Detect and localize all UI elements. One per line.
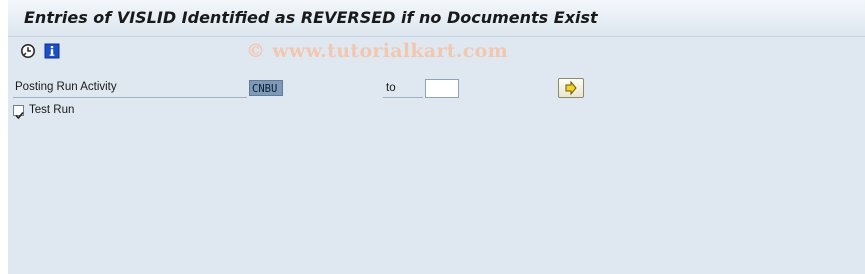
multiple-selection-button[interactable]: [558, 78, 584, 98]
label-underline: [13, 97, 247, 98]
sap-screen: Entries of VISLID Identified as REVERSED…: [0, 0, 865, 274]
test-run-label: Test Run: [29, 104, 75, 116]
posting-run-activity-low-field[interactable]: CNBU: [249, 80, 283, 96]
to-label: to: [386, 82, 396, 94]
arrow-right-icon: [565, 80, 577, 96]
checkmark-icon: [15, 112, 24, 120]
info-icon[interactable]: [44, 43, 60, 59]
test-run-checkbox[interactable]: [13, 105, 24, 120]
left-border: [0, 0, 8, 274]
watermark: © www.tutorialkart.com: [246, 40, 509, 62]
page-title: Entries of VISLID Identified as REVERSED…: [24, 8, 598, 27]
to-underline: [383, 97, 423, 98]
execute-clock-icon[interactable]: [20, 43, 36, 59]
title-bar: Entries of VISLID Identified as REVERSED…: [8, 0, 865, 37]
posting-run-activity-label: Posting Run Activity: [15, 81, 117, 93]
posting-run-activity-high-field[interactable]: [425, 79, 459, 98]
